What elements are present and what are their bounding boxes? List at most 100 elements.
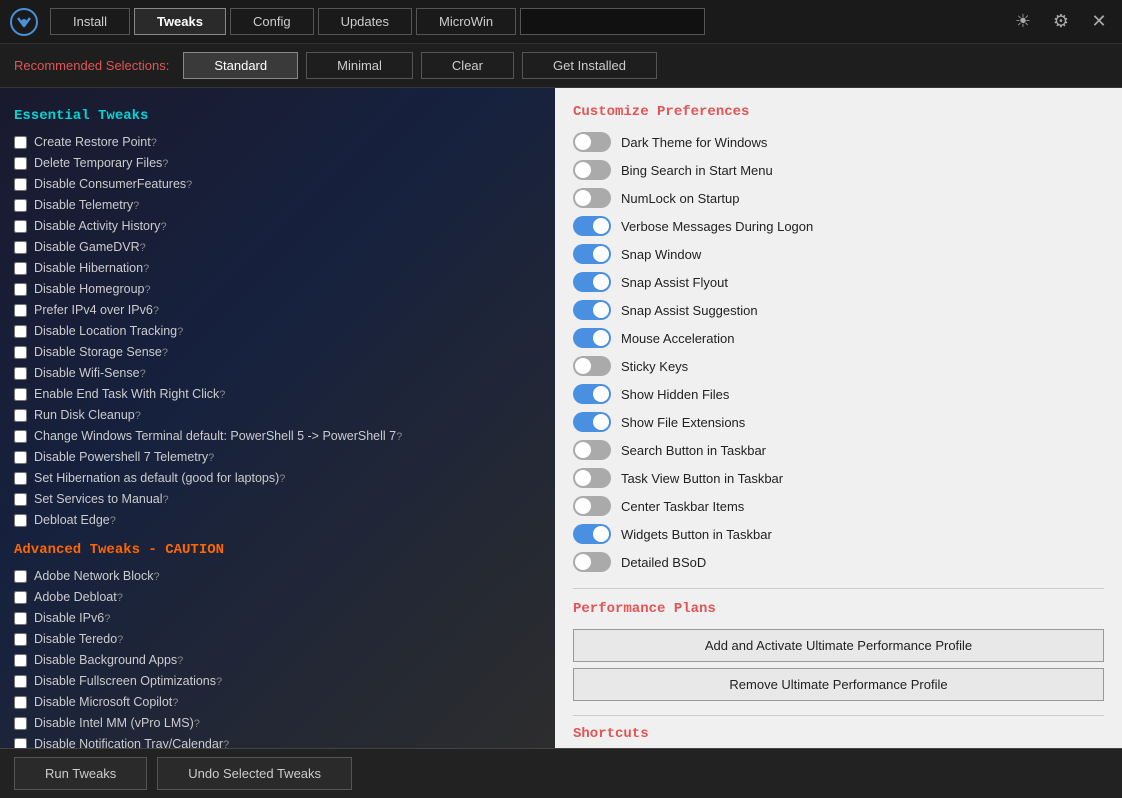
list-item: Disable ConsumerFeatures? <box>14 176 541 192</box>
toggle-row: NumLock on Startup <box>573 188 1104 208</box>
essential-tweak-checkbox-18[interactable] <box>14 514 27 527</box>
title-bar: Install Tweaks Config Updates MicroWin ☀… <box>0 0 1122 44</box>
toggle-switch-8[interactable] <box>573 356 611 376</box>
toggle-switch-6[interactable] <box>573 300 611 320</box>
toggle-switch-5[interactable] <box>573 272 611 292</box>
add-performance-profile-button[interactable]: Add and Activate Ultimate Performance Pr… <box>573 629 1104 662</box>
essential-tweak-checkbox-1[interactable] <box>14 157 27 170</box>
toggle-row: Snap Assist Flyout <box>573 272 1104 292</box>
essential-tweak-checkbox-8[interactable] <box>14 304 27 317</box>
recommended-bar: Recommended Selections: Standard Minimal… <box>0 44 1122 88</box>
toggle-row: Sticky Keys <box>573 356 1104 376</box>
tab-install[interactable]: Install <box>50 8 130 35</box>
toggle-label-13: Center Taskbar Items <box>621 499 744 514</box>
undo-tweaks-button[interactable]: Undo Selected Tweaks <box>157 757 352 790</box>
toggle-row: Search Button in Taskbar <box>573 440 1104 460</box>
list-item: Disable Location Tracking? <box>14 323 541 339</box>
essential-tweak-label-5: Disable GameDVR? <box>34 240 146 254</box>
recommended-label: Recommended Selections: <box>14 58 169 73</box>
toggle-row: Dark Theme for Windows <box>573 132 1104 152</box>
gear-icon-button[interactable]: ⚙ <box>1048 9 1074 35</box>
essential-tweak-label-12: Enable End Task With Right Click? <box>34 387 225 401</box>
advanced-tweaks-list: Adobe Network Block?Adobe Debloat?Disabl… <box>14 568 541 748</box>
title-bar-controls: ☀ ⚙ ✕ <box>1010 9 1112 35</box>
essential-tweak-checkbox-4[interactable] <box>14 220 27 233</box>
list-item: Enable End Task With Right Click? <box>14 386 541 402</box>
toggle-switch-12[interactable] <box>573 468 611 488</box>
search-input[interactable] <box>520 8 705 35</box>
list-item: Set Services to Manual? <box>14 491 541 507</box>
advanced-tweak-checkbox-1[interactable] <box>14 591 27 604</box>
remove-performance-profile-button[interactable]: Remove Ultimate Performance Profile <box>573 668 1104 701</box>
toggle-label-0: Dark Theme for Windows <box>621 135 767 150</box>
advanced-tweak-checkbox-0[interactable] <box>14 570 27 583</box>
toggle-label-9: Show Hidden Files <box>621 387 729 402</box>
rec-btn-minimal[interactable]: Minimal <box>306 52 413 79</box>
advanced-tweak-checkbox-8[interactable] <box>14 738 27 749</box>
toggle-label-7: Mouse Acceleration <box>621 331 734 346</box>
tab-tweaks[interactable]: Tweaks <box>134 8 226 35</box>
toggle-switch-13[interactable] <box>573 496 611 516</box>
essential-tweak-checkbox-0[interactable] <box>14 136 27 149</box>
toggle-row: Mouse Acceleration <box>573 328 1104 348</box>
advanced-tweak-checkbox-6[interactable] <box>14 696 27 709</box>
toggle-label-15: Detailed BSoD <box>621 555 706 570</box>
essential-tweak-checkbox-3[interactable] <box>14 199 27 212</box>
essential-tweak-checkbox-16[interactable] <box>14 472 27 485</box>
toggle-label-14: Widgets Button in Taskbar <box>621 527 772 542</box>
essential-tweak-checkbox-5[interactable] <box>14 241 27 254</box>
essential-tweak-checkbox-13[interactable] <box>14 409 27 422</box>
essential-tweak-checkbox-15[interactable] <box>14 451 27 464</box>
toggle-label-12: Task View Button in Taskbar <box>621 471 783 486</box>
essential-tweak-label-9: Disable Location Tracking? <box>34 324 183 338</box>
toggle-switch-14[interactable] <box>573 524 611 544</box>
tab-microwin[interactable]: MicroWin <box>416 8 516 35</box>
right-panel: Customize Preferences Dark Theme for Win… <box>555 88 1122 748</box>
list-item: Disable Wifi-Sense? <box>14 365 541 381</box>
essential-tweak-checkbox-12[interactable] <box>14 388 27 401</box>
toggle-switch-9[interactable] <box>573 384 611 404</box>
toggle-label-1: Bing Search in Start Menu <box>621 163 773 178</box>
toggle-switch-3[interactable] <box>573 216 611 236</box>
toggle-switch-2[interactable] <box>573 188 611 208</box>
toggles-list: Dark Theme for Windows Bing Search in Sta… <box>573 132 1104 572</box>
advanced-tweak-checkbox-2[interactable] <box>14 612 27 625</box>
toggle-switch-7[interactable] <box>573 328 611 348</box>
rec-btn-get-installed[interactable]: Get Installed <box>522 52 657 79</box>
essential-tweak-checkbox-11[interactable] <box>14 367 27 380</box>
list-item: Adobe Network Block? <box>14 568 541 584</box>
advanced-tweak-checkbox-4[interactable] <box>14 654 27 667</box>
list-item: Disable Microsoft Copilot? <box>14 694 541 710</box>
toggle-switch-4[interactable] <box>573 244 611 264</box>
tab-config[interactable]: Config <box>230 8 314 35</box>
run-tweaks-button[interactable]: Run Tweaks <box>14 757 147 790</box>
toggle-switch-15[interactable] <box>573 552 611 572</box>
performance-plans-section: Performance Plans Add and Activate Ultim… <box>573 588 1104 701</box>
close-button[interactable]: ✕ <box>1086 9 1112 35</box>
rec-btn-clear[interactable]: Clear <box>421 52 514 79</box>
sun-icon-button[interactable]: ☀ <box>1010 9 1036 35</box>
essential-tweak-checkbox-17[interactable] <box>14 493 27 506</box>
advanced-tweak-checkbox-7[interactable] <box>14 717 27 730</box>
essential-tweak-checkbox-9[interactable] <box>14 325 27 338</box>
essential-tweak-checkbox-6[interactable] <box>14 262 27 275</box>
toggle-switch-10[interactable] <box>573 412 611 432</box>
tab-updates[interactable]: Updates <box>318 8 412 35</box>
toggle-row: Verbose Messages During Logon <box>573 216 1104 236</box>
list-item: Run Disk Cleanup? <box>14 407 541 423</box>
essential-tweak-checkbox-14[interactable] <box>14 430 27 443</box>
list-item: Disable Teredo? <box>14 631 541 647</box>
essential-tweak-checkbox-10[interactable] <box>14 346 27 359</box>
rec-btn-standard[interactable]: Standard <box>183 52 298 79</box>
list-item: Disable Background Apps? <box>14 652 541 668</box>
toggle-switch-0[interactable] <box>573 132 611 152</box>
advanced-tweak-checkbox-3[interactable] <box>14 633 27 646</box>
toggle-switch-11[interactable] <box>573 440 611 460</box>
toggle-switch-1[interactable] <box>573 160 611 180</box>
essential-tweak-checkbox-2[interactable] <box>14 178 27 191</box>
toggle-label-11: Search Button in Taskbar <box>621 443 766 458</box>
toggle-row: Show File Extensions <box>573 412 1104 432</box>
list-item: Change Windows Terminal default: PowerSh… <box>14 428 541 444</box>
advanced-tweak-checkbox-5[interactable] <box>14 675 27 688</box>
essential-tweak-checkbox-7[interactable] <box>14 283 27 296</box>
